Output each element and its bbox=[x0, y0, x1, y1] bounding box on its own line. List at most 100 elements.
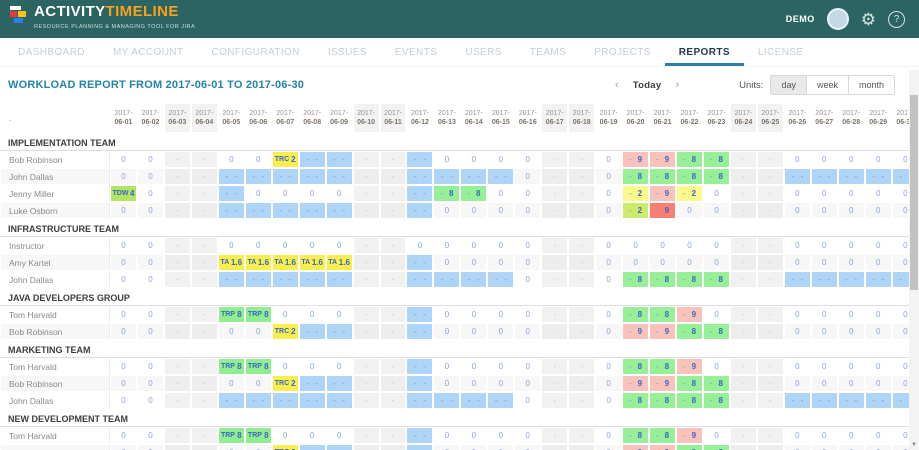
workload-cell[interactable]: 0 bbox=[514, 444, 541, 450]
workload-cell[interactable]: - bbox=[730, 306, 757, 323]
workload-cell[interactable]: - bbox=[191, 185, 218, 202]
workload-cell[interactable]: - bbox=[568, 202, 595, 219]
workload-cell[interactable]: 0 bbox=[622, 237, 649, 254]
workload-cell[interactable]: -- bbox=[299, 202, 326, 219]
workload-cell[interactable]: 0 bbox=[595, 237, 622, 254]
workload-cell[interactable]: - bbox=[757, 392, 784, 409]
workload-cell[interactable]: -- bbox=[487, 271, 514, 288]
workload-cell[interactable]: TRP8 bbox=[218, 358, 245, 375]
workload-cell[interactable]: -- bbox=[433, 271, 460, 288]
workload-cell[interactable]: -9 bbox=[649, 202, 676, 219]
workload-cell[interactable]: -- bbox=[406, 358, 433, 375]
workload-cell[interactable]: 0 bbox=[514, 427, 541, 444]
workload-cell[interactable]: -- bbox=[865, 168, 892, 185]
workload-cell[interactable]: - bbox=[757, 168, 784, 185]
workload-cell[interactable]: -- bbox=[218, 392, 245, 409]
workload-cell[interactable]: -- bbox=[460, 168, 487, 185]
tab-projects[interactable]: PROJECTS bbox=[580, 47, 665, 66]
workload-cell[interactable]: - bbox=[353, 306, 380, 323]
workload-cell[interactable]: 0 bbox=[811, 254, 838, 271]
workload-cell[interactable]: 0 bbox=[514, 375, 541, 392]
workload-cell[interactable]: 0 bbox=[245, 444, 272, 450]
workload-cell[interactable]: -- bbox=[299, 323, 326, 340]
workload-cell[interactable]: - bbox=[568, 444, 595, 450]
workload-cell[interactable]: -8 bbox=[676, 392, 703, 409]
workload-cell[interactable]: - bbox=[380, 271, 407, 288]
workload-cell[interactable]: -- bbox=[784, 168, 811, 185]
workload-cell[interactable]: - bbox=[541, 185, 568, 202]
workload-cell[interactable]: - bbox=[164, 151, 191, 168]
workload-cell[interactable]: 0 bbox=[676, 202, 703, 219]
workload-cell[interactable]: 0 bbox=[514, 185, 541, 202]
workload-cell[interactable]: -- bbox=[218, 168, 245, 185]
workload-cell[interactable]: - bbox=[757, 185, 784, 202]
workload-cell[interactable]: -8 bbox=[433, 185, 460, 202]
workload-cell[interactable]: - bbox=[568, 306, 595, 323]
workload-cell[interactable]: - bbox=[730, 323, 757, 340]
workload-cell[interactable]: TRP8 bbox=[218, 306, 245, 323]
workload-cell[interactable]: 0 bbox=[460, 375, 487, 392]
workload-cell[interactable]: 0 bbox=[811, 444, 838, 450]
scrollbar-thumb[interactable] bbox=[910, 95, 918, 290]
workload-cell[interactable]: -- bbox=[865, 271, 892, 288]
workload-cell[interactable]: 0 bbox=[514, 271, 541, 288]
workload-cell[interactable]: -- bbox=[406, 375, 433, 392]
workload-cell[interactable]: - bbox=[730, 202, 757, 219]
workload-cell[interactable]: - bbox=[380, 323, 407, 340]
workload-cell[interactable]: 0 bbox=[137, 151, 164, 168]
workload-cell[interactable]: 0 bbox=[460, 202, 487, 219]
workload-cell[interactable]: -8 bbox=[649, 271, 676, 288]
workload-cell[interactable]: - bbox=[164, 271, 191, 288]
workload-cell[interactable]: 0 bbox=[137, 427, 164, 444]
workload-cell[interactable]: -2 bbox=[676, 185, 703, 202]
workload-cell[interactable]: 0 bbox=[110, 306, 137, 323]
workload-cell[interactable]: 0 bbox=[865, 358, 892, 375]
workload-cell[interactable]: - bbox=[541, 427, 568, 444]
workload-cell[interactable]: - bbox=[541, 168, 568, 185]
workload-cell[interactable]: - bbox=[757, 202, 784, 219]
workload-cell[interactable]: -- bbox=[406, 427, 433, 444]
workload-cell[interactable]: -- bbox=[811, 271, 838, 288]
workload-cell[interactable]: 0 bbox=[838, 185, 865, 202]
workload-cell[interactable]: - bbox=[541, 202, 568, 219]
workload-cell[interactable]: 0 bbox=[460, 151, 487, 168]
workload-cell[interactable]: - bbox=[353, 237, 380, 254]
workload-cell[interactable]: 0 bbox=[433, 237, 460, 254]
workload-cell[interactable]: 0 bbox=[514, 151, 541, 168]
workload-cell[interactable]: -- bbox=[406, 185, 433, 202]
workload-cell[interactable]: -- bbox=[487, 392, 514, 409]
workload-cell[interactable]: TRC2 bbox=[272, 151, 299, 168]
workload-cell[interactable]: -9 bbox=[622, 375, 649, 392]
workload-cell[interactable]: 0 bbox=[137, 202, 164, 219]
workload-cell[interactable]: -- bbox=[299, 444, 326, 450]
workload-cell[interactable]: 0 bbox=[137, 444, 164, 450]
workload-cell[interactable]: 0 bbox=[595, 444, 622, 450]
workload-cell[interactable]: - bbox=[730, 358, 757, 375]
workload-cell[interactable]: 0 bbox=[433, 202, 460, 219]
workload-cell[interactable]: 0 bbox=[838, 151, 865, 168]
workload-cell[interactable]: -9 bbox=[622, 151, 649, 168]
workload-cell[interactable]: - bbox=[164, 202, 191, 219]
workload-cell[interactable]: - bbox=[380, 375, 407, 392]
workload-cell[interactable]: 0 bbox=[245, 151, 272, 168]
workload-cell[interactable]: TA1.6 bbox=[299, 254, 326, 271]
workload-cell[interactable]: - bbox=[730, 237, 757, 254]
workload-cell[interactable]: 0 bbox=[838, 237, 865, 254]
workload-cell[interactable]: - bbox=[191, 151, 218, 168]
workload-cell[interactable]: 0 bbox=[595, 202, 622, 219]
workload-cell[interactable]: - bbox=[568, 392, 595, 409]
workload-cell[interactable]: - bbox=[164, 323, 191, 340]
workload-cell[interactable]: 0 bbox=[838, 358, 865, 375]
workload-cell[interactable]: -- bbox=[272, 392, 299, 409]
workload-cell[interactable]: 0 bbox=[784, 375, 811, 392]
workload-cell[interactable]: - bbox=[353, 254, 380, 271]
workload-cell[interactable]: -8 bbox=[649, 168, 676, 185]
workload-cell[interactable]: 0 bbox=[514, 237, 541, 254]
workload-cell[interactable]: 0 bbox=[137, 392, 164, 409]
workload-cell[interactable]: 0 bbox=[218, 444, 245, 450]
workload-cell[interactable]: -- bbox=[784, 271, 811, 288]
workload-cell[interactable]: - bbox=[164, 444, 191, 450]
workload-cell[interactable]: -- bbox=[326, 444, 353, 450]
workload-cell[interactable]: - bbox=[191, 375, 218, 392]
workload-cell[interactable]: 0 bbox=[433, 427, 460, 444]
